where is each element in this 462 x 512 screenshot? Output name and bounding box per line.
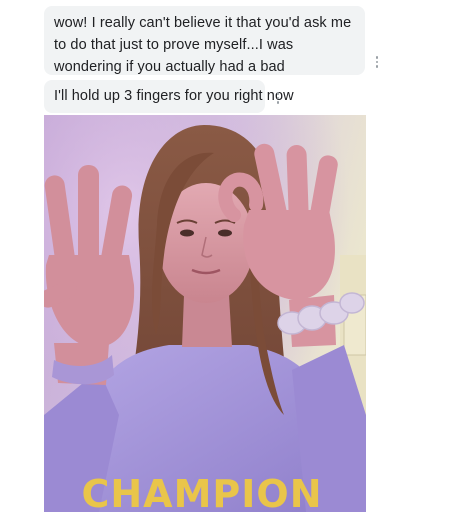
message-bubble-1[interactable]: wow! I really can't believe it that you'… — [44, 6, 365, 97]
message-text-2: I'll hold up 3 fingers for you right now — [54, 88, 294, 104]
message-bubble-2[interactable]: I'll hold up 3 fingers for you right now — [44, 80, 294, 113]
chat-thread: wow! I really can't believe it that you'… — [0, 0, 462, 512]
photo-image: CHAMPION — [44, 115, 366, 512]
more-vert-icon[interactable] — [276, 92, 280, 106]
shirt-print-text: CHAMPION — [81, 472, 322, 512]
more-vert-icon[interactable] — [375, 56, 379, 70]
message-photo[interactable]: CHAMPION — [44, 115, 366, 512]
